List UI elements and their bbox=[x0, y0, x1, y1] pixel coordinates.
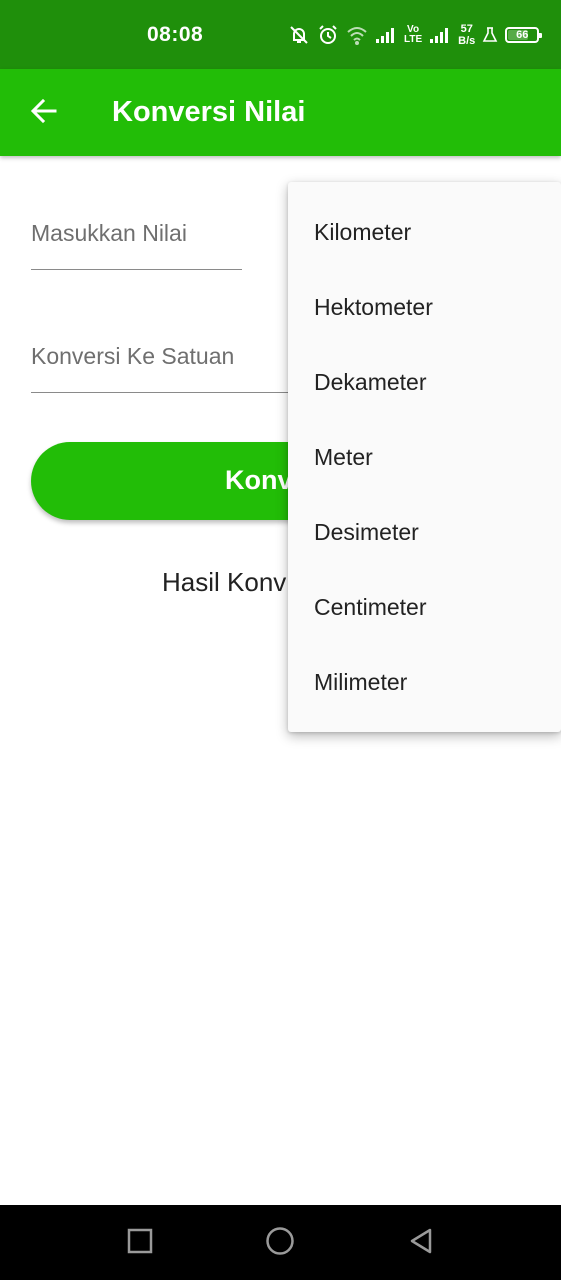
menu-item-desimeter[interactable]: Desimeter bbox=[288, 495, 561, 570]
back-icon bbox=[408, 1227, 434, 1260]
app-bar: Konversi Nilai bbox=[0, 69, 561, 156]
bell-off-icon bbox=[288, 24, 310, 46]
menu-item-meter[interactable]: Meter bbox=[288, 420, 561, 495]
page-title: Konversi Nilai bbox=[112, 96, 306, 128]
home-button[interactable] bbox=[262, 1225, 298, 1261]
signal-icon bbox=[375, 26, 397, 44]
menu-item-milimeter[interactable]: Milimeter bbox=[288, 645, 561, 720]
net-speed-value: 57 bbox=[460, 23, 473, 35]
result-text: Hasil Konv bbox=[162, 567, 287, 597]
nav-back-button[interactable] bbox=[403, 1225, 439, 1261]
recent-apps-button[interactable] bbox=[122, 1225, 158, 1261]
battery-level: 66 bbox=[516, 29, 529, 41]
menu-item-centimeter[interactable]: Centimeter bbox=[288, 570, 561, 645]
status-time: 08:08 bbox=[147, 23, 204, 46]
system-nav-bar bbox=[0, 1205, 561, 1280]
signal-icon-2 bbox=[429, 26, 451, 44]
value-input[interactable] bbox=[31, 220, 242, 270]
flask-icon bbox=[482, 26, 498, 44]
convert-button-label: Konv bbox=[225, 465, 293, 495]
volte-bottom: LTE bbox=[404, 34, 423, 45]
home-icon bbox=[265, 1226, 295, 1261]
arrow-left-icon bbox=[30, 97, 58, 130]
wifi-icon bbox=[346, 25, 368, 45]
battery-icon: 66 bbox=[505, 27, 543, 43]
unit-dropdown-menu: Kilometer Hektometer Dekameter Meter Des… bbox=[288, 182, 561, 732]
unit-select[interactable] bbox=[31, 343, 289, 393]
recent-apps-icon bbox=[127, 1228, 153, 1259]
alarm-icon bbox=[317, 24, 339, 46]
net-speed-unit: B/s bbox=[458, 35, 476, 47]
status-bar: 08:08 Vo LTE 57 B/s 66 bbox=[0, 0, 561, 69]
menu-item-kilometer[interactable]: Kilometer bbox=[288, 195, 561, 270]
volte-icon: Vo LTE bbox=[404, 25, 422, 45]
value-field[interactable] bbox=[31, 220, 242, 271]
status-icons: Vo LTE 57 B/s 66 bbox=[288, 18, 543, 52]
menu-item-dekameter[interactable]: Dekameter bbox=[288, 345, 561, 420]
net-speed: 57 B/s bbox=[458, 23, 475, 47]
menu-item-hektometer[interactable]: Hektometer bbox=[288, 270, 561, 345]
back-button[interactable] bbox=[22, 91, 66, 135]
unit-field[interactable] bbox=[31, 343, 289, 394]
